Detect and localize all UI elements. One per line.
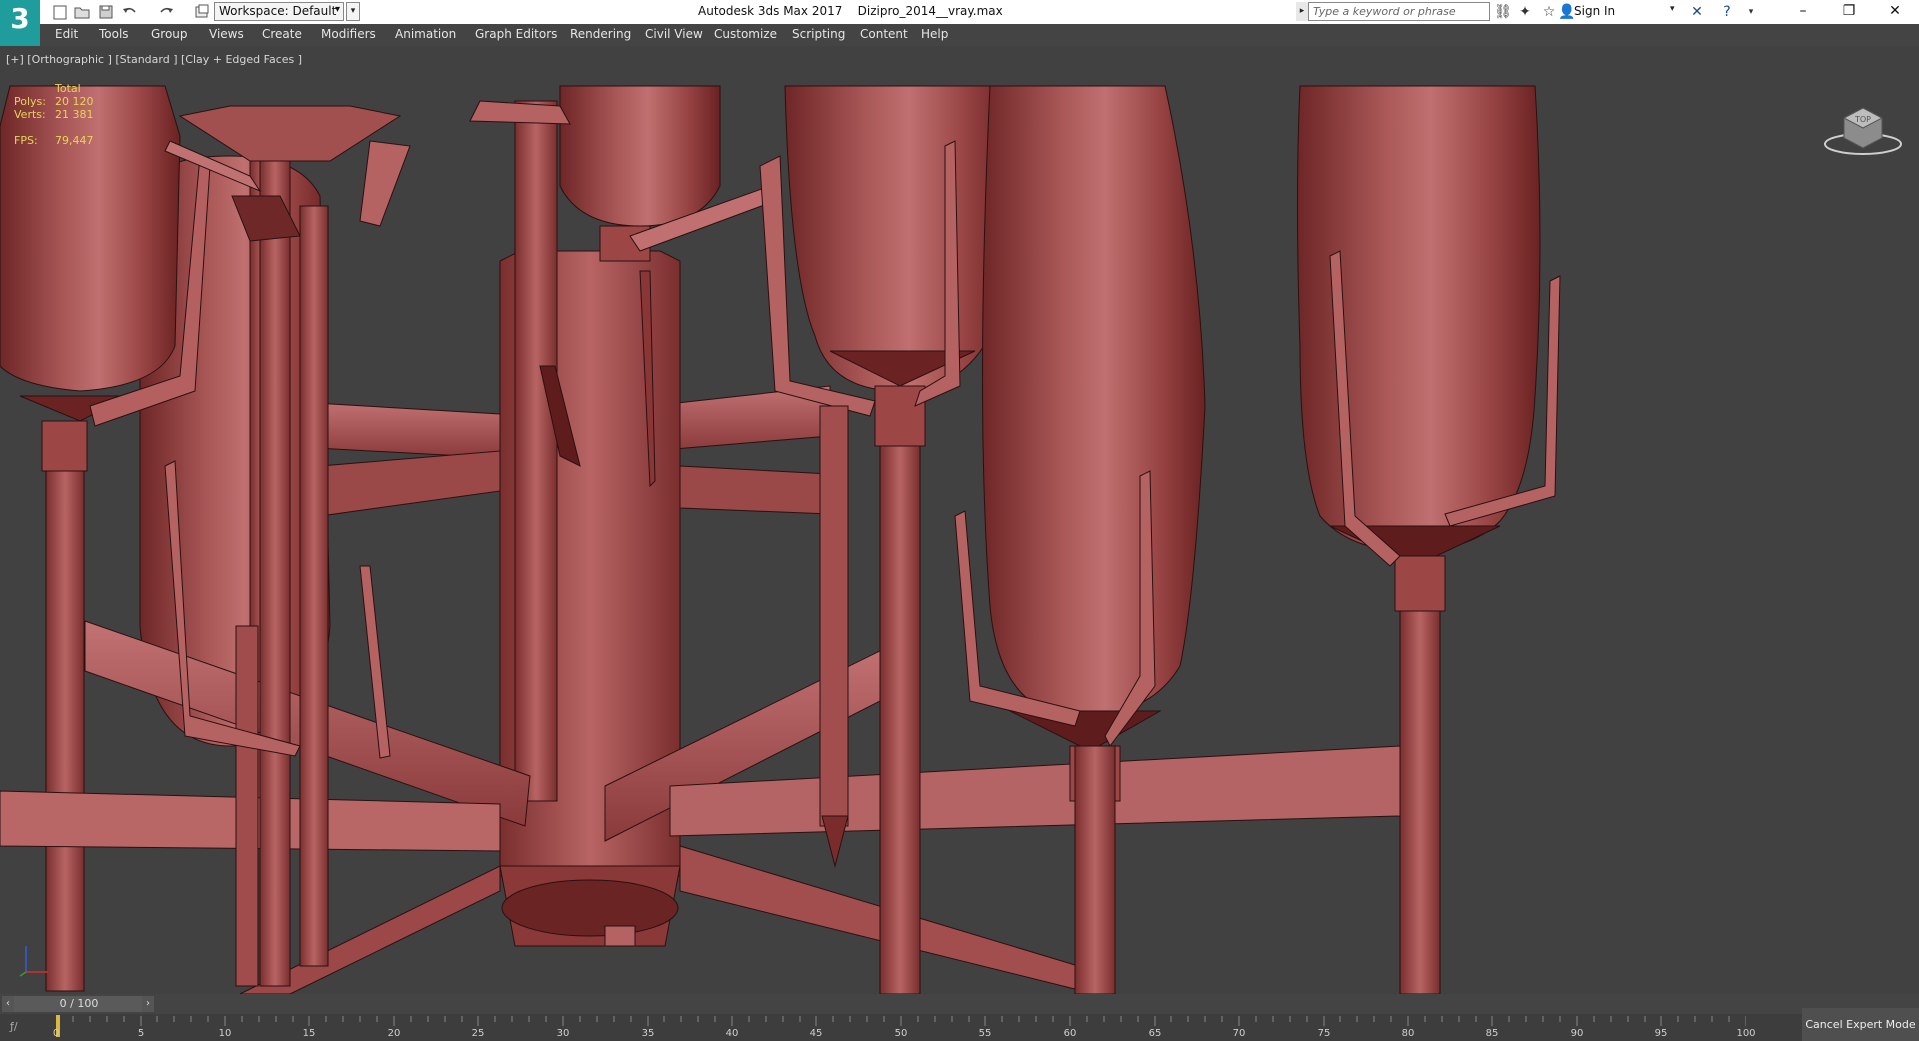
stats-fps-value: 79,447 [55, 134, 94, 147]
save-icon[interactable] [96, 2, 116, 22]
viewport-label[interactable]: [+] [Orthographic ] [Standard ] [Clay + … [6, 53, 302, 66]
stats-polys-label: Polys: [14, 95, 46, 108]
time-slider-bar: ‹ 0 / 100 › [0, 994, 1919, 1014]
stats-total-label: Total [55, 82, 81, 95]
stats-verts-label: Verts: [14, 108, 46, 121]
app-logo[interactable]: 3 [0, 0, 40, 46]
window-title: Autodesk 3ds Max 2017 Dizipro_2014__vray… [698, 4, 1003, 18]
menu-civil-view[interactable]: Civil View [645, 27, 703, 41]
timeline-tick-label: 95 [1654, 1028, 1668, 1039]
workspace-menu-button[interactable]: ▾ [346, 2, 360, 21]
timeline-tick-label: 60 [1063, 1028, 1077, 1039]
viewcube-top-label: TOP [1854, 115, 1871, 124]
time-slider[interactable]: 0 / 100 [14, 996, 144, 1012]
restore-button[interactable]: ❐ [1826, 0, 1872, 24]
communication-center-icon[interactable]: ✦ [1516, 3, 1534, 21]
timeline-tick-label: 90 [1570, 1028, 1584, 1039]
minimize-button[interactable]: – [1780, 0, 1826, 24]
timeline-tick-label: 0 [52, 1028, 60, 1039]
menu-rendering[interactable]: Rendering [570, 27, 631, 41]
timeline-tick-label: 65 [1148, 1028, 1162, 1039]
timeline-tick-label: 85 [1485, 1028, 1499, 1039]
timeline-tick-label: 35 [641, 1028, 655, 1039]
project-folder-icon[interactable] [192, 2, 212, 22]
timeline-tick-label: 100 [1736, 1028, 1756, 1039]
stats-verts-value: 21 381 [55, 108, 94, 121]
chevron-down-icon[interactable]: ▾ [1670, 4, 1675, 14]
timeline-tick-label: 10 [218, 1028, 232, 1039]
menu-views[interactable]: Views [209, 27, 244, 41]
chevron-down-icon: ▾ [334, 4, 340, 15]
mini-curve-editor-icon[interactable]: ƒ/ [10, 1020, 18, 1033]
menu-group[interactable]: Group [151, 27, 188, 41]
previous-frame-button[interactable]: ‹ [2, 996, 14, 1012]
redo-icon[interactable] [156, 2, 176, 22]
menu-content[interactable]: Content [860, 27, 908, 41]
title-bar: Workspace: Default ▾ ▾ Autodesk 3ds Max … [0, 0, 1919, 24]
search-input[interactable]: Type a keyword or phrase [1308, 2, 1490, 21]
sign-in-link[interactable]: Sign In [1574, 4, 1615, 18]
timeline-tick-label: 55 [978, 1028, 992, 1039]
viewcube[interactable]: TOP [1822, 82, 1904, 162]
menu-scripting[interactable]: Scripting [792, 27, 845, 41]
timeline-tick-label: 45 [809, 1028, 823, 1039]
menu-bar: Edit Tools Group Views Create Modifiers … [0, 24, 1919, 47]
binoculars-icon[interactable]: ⛓ [1494, 3, 1512, 21]
axis-tripod-icon [14, 938, 56, 980]
chandelier-model [0, 85, 1561, 994]
timeline-tick-label: 25 [471, 1028, 485, 1039]
close-button[interactable]: ✕ [1872, 0, 1918, 24]
timeline-tick-label: 75 [1317, 1028, 1331, 1039]
timeline-tick-label: 80 [1401, 1028, 1415, 1039]
workspace-label: Workspace: Default [219, 4, 337, 18]
perspective-viewport[interactable]: [+] [Orthographic ] [Standard ] [Clay + … [0, 46, 1919, 994]
timeline-tick-label: 15 [302, 1028, 316, 1039]
next-frame-button[interactable]: › [142, 996, 154, 1012]
favorites-star-icon[interactable]: ☆ [1540, 3, 1558, 21]
help-icon[interactable]: ? [1718, 3, 1736, 21]
menu-tools[interactable]: Tools [99, 27, 129, 41]
menu-customize[interactable]: Customize [714, 27, 777, 41]
timeline-tick-label: 40 [725, 1028, 739, 1039]
new-file-icon[interactable] [50, 2, 70, 22]
stats-polys-value: 20 120 [55, 95, 94, 108]
track-bar[interactable]: ƒ/ 0 5 10 15 20 25 30 35 40 45 50 55 60 65 70 75 80 85 90 9… [0, 1008, 1919, 1041]
menu-help[interactable]: Help [921, 27, 948, 41]
autodesk-exchange-icon[interactable]: ✕ [1688, 3, 1706, 21]
timeline-tick-label: 70 [1232, 1028, 1246, 1039]
timeline-tick-label: 20 [387, 1028, 401, 1039]
stats-fps-label: FPS: [14, 134, 38, 147]
timeline-tick-label: 30 [556, 1028, 570, 1039]
menu-modifiers[interactable]: Modifiers [321, 27, 376, 41]
undo-icon[interactable] [120, 2, 140, 22]
open-file-icon[interactable] [72, 2, 92, 22]
workspace-dropdown[interactable]: Workspace: Default ▾ [214, 2, 344, 21]
search-expand-icon[interactable]: ▸ [1296, 2, 1308, 21]
chevron-down-icon[interactable]: ▾ [1742, 3, 1760, 21]
menu-graph-editors[interactable]: Graph Editors [475, 27, 557, 41]
cancel-expert-mode-button[interactable]: Cancel Expert Mode [1802, 1008, 1919, 1041]
timeline-tick-label: 5 [137, 1028, 145, 1039]
menu-animation[interactable]: Animation [395, 27, 456, 41]
timeline-ruler[interactable]: 0 5 10 15 20 25 30 35 40 45 50 55 60 65 70 75 80 85 90 95 10… [52, 1014, 1756, 1041]
timeline-tick-label: 50 [894, 1028, 908, 1039]
menu-edit[interactable]: Edit [55, 27, 78, 41]
menu-create[interactable]: Create [262, 27, 302, 41]
